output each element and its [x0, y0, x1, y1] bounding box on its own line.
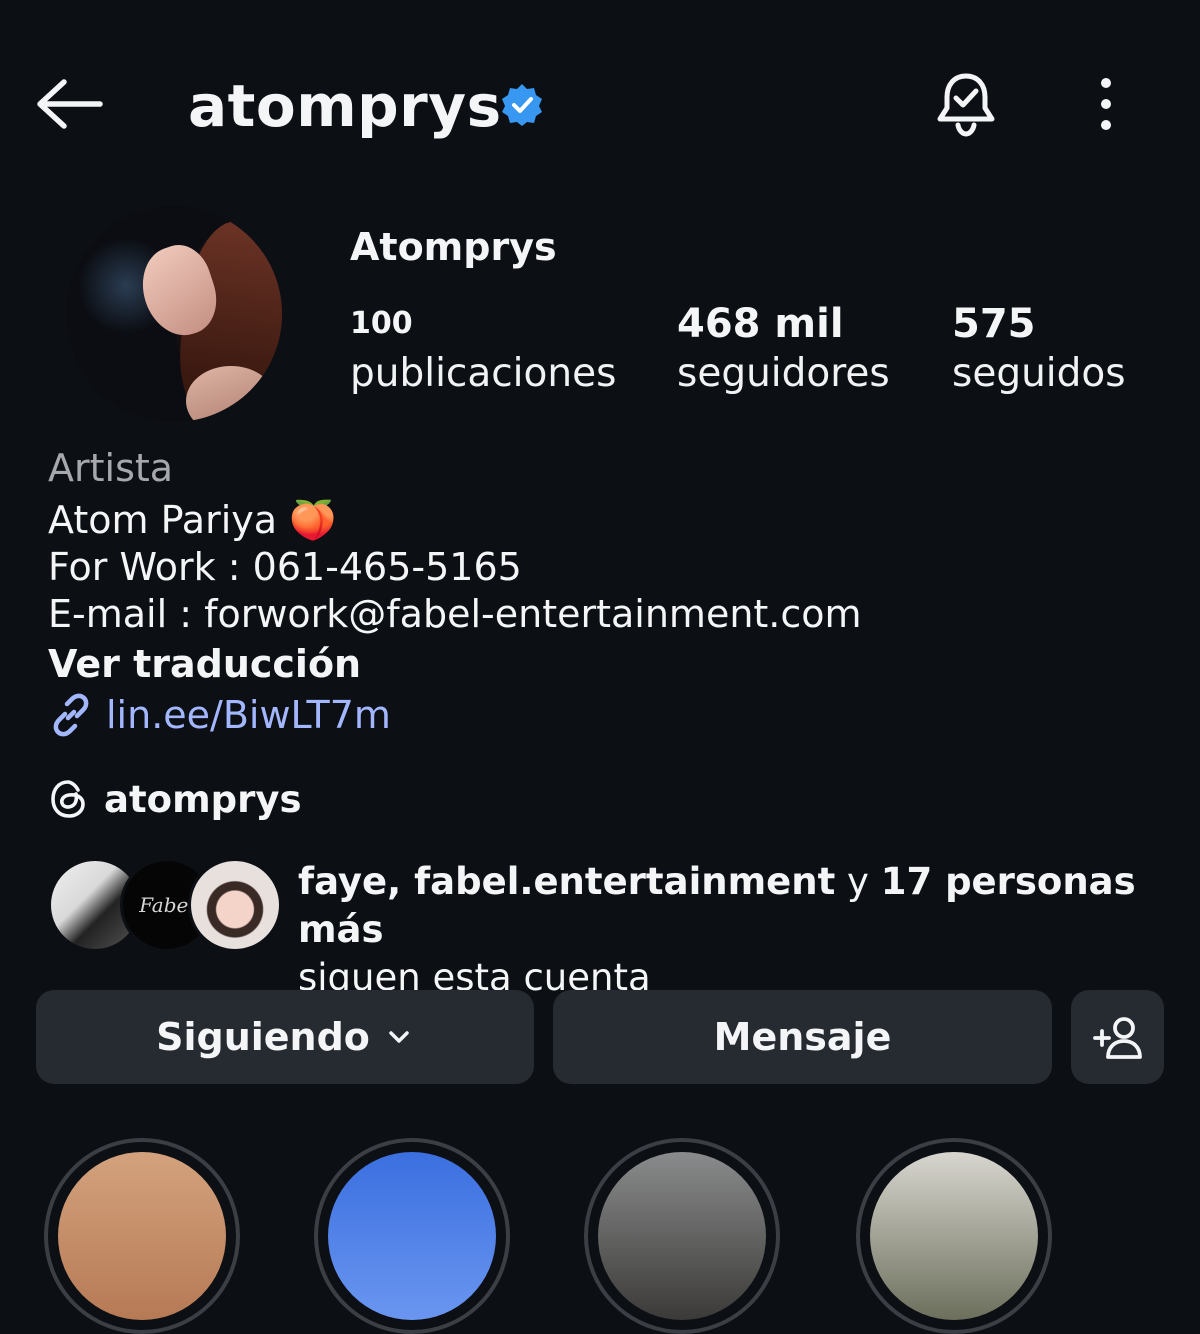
notification-bell-icon[interactable] [934, 70, 998, 138]
more-options-icon[interactable] [1090, 76, 1122, 132]
message-button-label: Mensaje [713, 1015, 892, 1059]
avatar-logo-text: Fabel [139, 893, 195, 917]
threads-icon [51, 780, 85, 818]
add-user-icon [1092, 1017, 1142, 1059]
stat-followers[interactable]: 468 mil seguidores [677, 300, 890, 400]
profile-category: Artista [48, 446, 174, 490]
mutual-connector: y [835, 860, 881, 903]
followers-label: seguidores [677, 351, 890, 396]
suggest-users-button[interactable] [1071, 990, 1164, 1084]
followers-count: 468 mil [677, 301, 844, 347]
mutual-names: faye, fabel.entertainment [298, 860, 836, 903]
profile-avatar[interactable] [66, 206, 282, 422]
display-name: Atomprys [350, 225, 557, 269]
back-arrow-icon[interactable] [34, 76, 104, 132]
stat-following[interactable]: 575 seguidos [952, 300, 1126, 400]
see-translation-link[interactable]: Ver traducción [48, 640, 361, 688]
story-highlight[interactable] [584, 1138, 780, 1334]
story-highlight[interactable] [856, 1138, 1052, 1334]
story-highlight[interactable] [314, 1138, 510, 1334]
bio-link[interactable]: lin.ee/BiwLT7m [48, 690, 391, 740]
following-count: 575 [952, 301, 1036, 347]
posts-count: 100 [350, 306, 413, 341]
stat-posts: 100 publicaciones [350, 300, 616, 400]
following-label: seguidos [952, 351, 1126, 396]
profile-username: atomprys [188, 72, 502, 140]
bio-email-line: E-mail : forwork@fabel-entertainment.com [48, 592, 862, 636]
following-button[interactable]: Siguiendo [36, 990, 534, 1084]
posts-label: publicaciones [350, 351, 617, 396]
threads-badge[interactable]: atomprys [48, 774, 302, 824]
link-icon [53, 693, 89, 737]
chevron-down-icon [389, 1031, 409, 1043]
story-highlight[interactable] [44, 1138, 240, 1334]
verified-badge-icon [502, 84, 542, 126]
avatar [188, 858, 282, 952]
bio-phone-line: For Work : 061-465-5165 [48, 545, 522, 589]
mutual-followers-text[interactable]: faye, fabel.entertainment y 17 personas … [298, 858, 1178, 1002]
bio-line: Atom Pariya 🍑 [48, 498, 337, 542]
mutual-followers-avatars[interactable]: Fabel [48, 858, 282, 952]
following-button-label: Siguiendo [156, 1015, 370, 1059]
bio-link-text: lin.ee/BiwLT7m [106, 693, 391, 737]
message-button[interactable]: Mensaje [553, 990, 1052, 1084]
threads-handle: atomprys [104, 777, 302, 821]
